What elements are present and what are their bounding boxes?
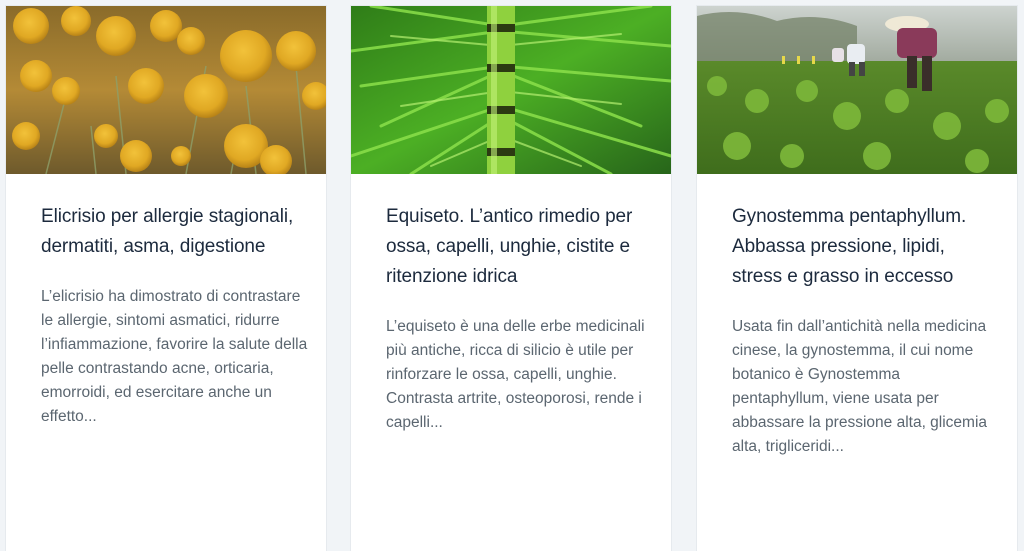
card-title[interactable]: Gynostemma pentaphyllum. Abbassa pressio… xyxy=(732,202,997,292)
gynostemma-field-photo xyxy=(697,6,1017,174)
horsetail-plant-photo xyxy=(351,6,671,174)
card-title[interactable]: Elicrisio per allergie stagionali, derma… xyxy=(41,202,306,262)
card-excerpt: L’elicrisio ha dimostrato di contrastare… xyxy=(41,288,308,425)
helichrysum-flowers-photo xyxy=(6,6,326,174)
card-image-helichrysum[interactable] xyxy=(6,6,326,174)
article-card-grid: Elicrisio per allergie stagionali, derma… xyxy=(0,0,1024,551)
article-card-gynostemma[interactable]: Gynostemma pentaphyllum. Abbassa pressio… xyxy=(697,6,1017,551)
card-image-horsetail[interactable] xyxy=(351,6,671,174)
card-title[interactable]: Equiseto. L’antico rimedio per ossa, cap… xyxy=(386,202,651,292)
card-image-gynostemma[interactable] xyxy=(697,6,1017,174)
article-card-elicrisio[interactable]: Elicrisio per allergie stagionali, derma… xyxy=(6,6,326,551)
article-card-equiseto[interactable]: Equiseto. L’antico rimedio per ossa, cap… xyxy=(351,6,671,551)
card-excerpt: L’equiseto è una delle erbe medicinali p… xyxy=(386,318,645,431)
card-excerpt: Usata fin dall’antichità nella medicina … xyxy=(732,318,988,455)
